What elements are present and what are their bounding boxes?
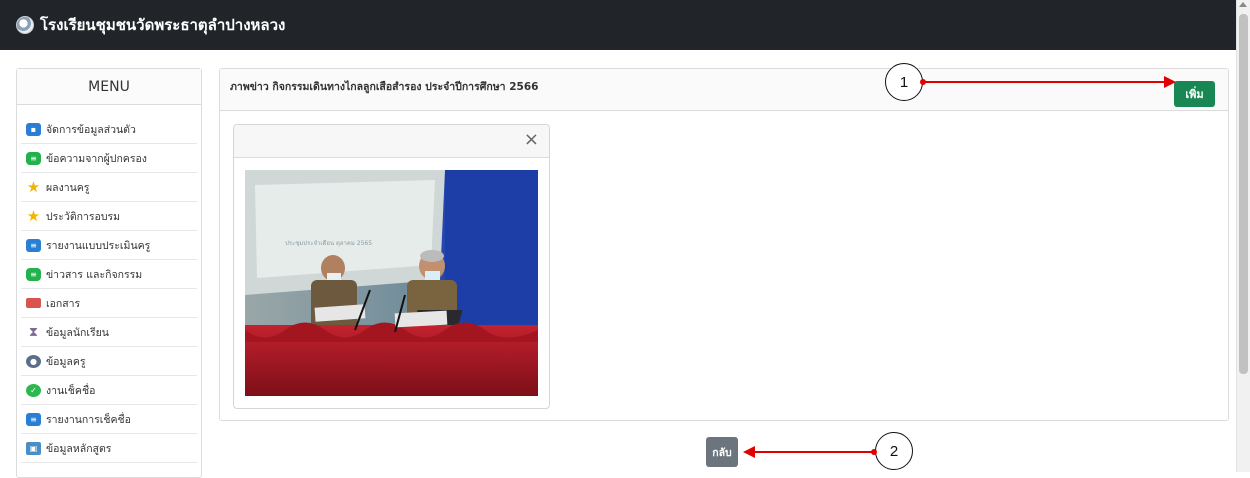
school-logo-icon[interactable]: [16, 16, 34, 34]
menu-item-attendance-report[interactable]: ≡ รายงานการเช็คชื่อ: [21, 405, 197, 434]
menu-item-teachers[interactable]: ● ข้อมูลครู: [21, 347, 197, 376]
page-scrollbar[interactable]: [1236, 0, 1250, 472]
message-icon: ≡: [26, 151, 41, 165]
menu-list: ▪ จัดการข้อมูลส่วนตัว ≡ ข้อความจากผู้ปกค…: [17, 105, 201, 463]
hourglass-icon: ⧗: [28, 324, 39, 340]
site-title[interactable]: โรงเรียนชุมชนวัดพระธาตุลำปางหลวง: [40, 13, 285, 37]
curriculum-icon: ▣: [26, 441, 41, 455]
menu-item-documents[interactable]: เอกสาร: [21, 289, 197, 318]
photo-card-header: ×: [234, 125, 549, 158]
annotation-arrow-2-end: [871, 449, 877, 455]
report-icon: ≡: [26, 238, 41, 252]
menu-item-label: รายงานแบบประเมินครู: [46, 239, 151, 252]
back-button[interactable]: กลับ: [706, 437, 738, 467]
panel-title: ภาพข่าว กิจกรรมเดินทางไกลลูกเสือสำรอง ปร…: [230, 81, 539, 93]
menu-item-label: ข้อความจากผู้ปกครอง: [46, 152, 147, 165]
annotation-arrow-2: [753, 451, 875, 453]
menu-item-label: ประวัติการอบรม: [46, 210, 121, 223]
annotation-callout-1: 1: [885, 63, 923, 101]
menu-item-label: ผลงานครู: [46, 181, 90, 194]
scrollbar-thumb[interactable]: [1239, 14, 1248, 374]
check-icon: ✓: [26, 383, 41, 397]
document-icon: [26, 298, 41, 308]
menu-title: MENU: [17, 69, 201, 105]
sidebar-menu: MENU ▪ จัดการข้อมูลส่วนตัว ≡ ข้อความจากผ…: [16, 68, 202, 478]
menu-item-curriculum[interactable]: ▣ ข้อมูลหลักสูตร: [21, 434, 197, 463]
star-icon: ★: [26, 178, 41, 196]
close-icon[interactable]: ×: [524, 130, 539, 150]
menu-item-teacher-works[interactable]: ★ ผลงานครู: [21, 173, 197, 202]
menu-item-training-history[interactable]: ★ ประวัติการอบรม: [21, 202, 197, 231]
star-icon: ★: [26, 207, 41, 225]
add-button[interactable]: เพิ่ม: [1174, 81, 1215, 107]
panel-header: ภาพข่าว กิจกรรมเดินทางไกลลูกเสือสำรอง ปร…: [220, 69, 1228, 111]
photo-card: × ประชุมประจำเดือน ตุลาคม 2565: [233, 124, 550, 409]
id-card-icon: ▪: [26, 122, 41, 136]
scroll-up-arrow-icon[interactable]: [1239, 2, 1247, 7]
annotation-callout-2: 2: [875, 432, 913, 470]
menu-item-parent-messages[interactable]: ≡ ข้อความจากผู้ปกครอง: [21, 144, 197, 173]
menu-item-profile[interactable]: ▪ จัดการข้อมูลส่วนตัว: [21, 115, 197, 144]
message-icon: ≡: [26, 267, 41, 281]
menu-item-label: ข้อมูลครู: [46, 355, 86, 368]
teacher-icon: ●: [26, 354, 41, 368]
news-photo-panel: ภาพข่าว กิจกรรมเดินทางไกลลูกเสือสำรอง ปร…: [219, 68, 1229, 421]
news-photo: ประชุมประจำเดือน ตุลาคม 2565: [245, 170, 538, 396]
menu-item-label: งานเช็คชื่อ: [46, 384, 96, 397]
menu-item-label: จัดการข้อมูลส่วนตัว: [46, 123, 136, 136]
menu-item-label: รายงานการเช็คชื่อ: [46, 413, 131, 426]
menu-item-label: เอกสาร: [46, 297, 81, 310]
top-navbar: โรงเรียนชุมชนวัดพระธาตุลำปางหลวง: [0, 0, 1236, 50]
menu-item-news-activities[interactable]: ≡ ข่าวสาร และกิจกรรม: [21, 260, 197, 289]
annotation-arrow-1-head-icon: [1164, 76, 1176, 88]
menu-item-label: ข้อมูลนักเรียน: [46, 326, 109, 339]
photo-screen-text: ประชุมประจำเดือน ตุลาคม 2565: [285, 239, 372, 247]
menu-item-label: ข่าวสาร และกิจกรรม: [46, 268, 143, 281]
menu-item-attendance[interactable]: ✓ งานเช็คชื่อ: [21, 376, 197, 405]
menu-item-teacher-evaluation[interactable]: ≡ รายงานแบบประเมินครู: [21, 231, 197, 260]
annotation-arrow-1: [923, 81, 1166, 83]
menu-item-students[interactable]: ⧗ ข้อมูลนักเรียน: [21, 318, 197, 347]
report-icon: ≡: [26, 412, 41, 426]
menu-item-label: ข้อมูลหลักสูตร: [46, 442, 112, 455]
